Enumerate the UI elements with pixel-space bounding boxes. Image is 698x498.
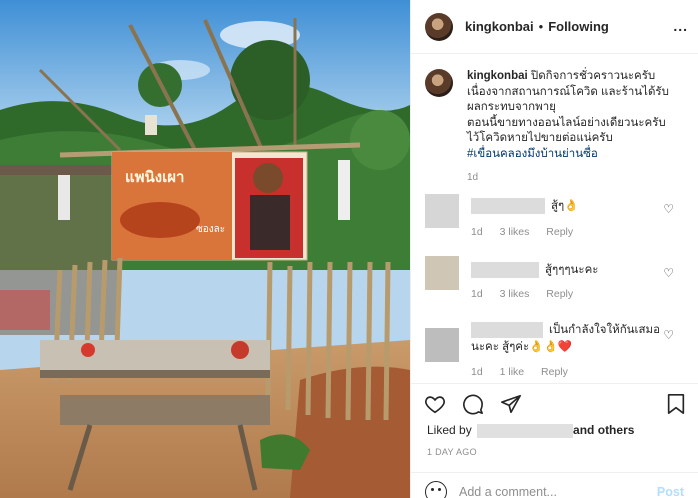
comment-likes[interactable]: 1 like bbox=[500, 366, 525, 378]
reply-button[interactable]: Reply bbox=[541, 366, 568, 378]
roadside-stall-image: แพนิงเผา ซองละ bbox=[0, 0, 410, 498]
avatar[interactable] bbox=[425, 327, 459, 362]
post-timestamp: 1 DAY AGO bbox=[427, 447, 477, 457]
emoji-icon[interactable] bbox=[425, 480, 447, 498]
caption-time: 1d bbox=[467, 172, 479, 183]
caption-line: ตอนนี้ขายทางออนไลน์อย่างเดียวนะครับ bbox=[467, 116, 666, 129]
comment-like-heart-icon[interactable]: ♡ bbox=[663, 202, 674, 216]
comment-meta: 1d 3 likes Reply bbox=[471, 288, 587, 300]
avatar[interactable] bbox=[425, 12, 453, 41]
comment-text: สู้ๆ👌 bbox=[551, 199, 579, 212]
comment-time: 1d bbox=[471, 287, 483, 300]
avatar[interactable] bbox=[425, 255, 459, 290]
following-button[interactable]: Following bbox=[548, 19, 609, 34]
comment-time: 1d bbox=[471, 225, 483, 238]
reply-button[interactable]: Reply bbox=[546, 226, 573, 238]
liked-by-prefix: Liked by bbox=[427, 423, 472, 437]
comment-text: เป็นกำลังใจให้กันเสมอ bbox=[549, 323, 660, 336]
comments-scroll[interactable]: kingkonbai ปิดกิจการชั่วคราวนะครับ เนื่อ… bbox=[411, 55, 698, 382]
post-actions bbox=[411, 383, 698, 423]
comment-item: สู้ๆ👌 ♡ 1d 3 likes Reply bbox=[425, 193, 684, 256]
comment-text: สู้ๆๆๆนะคะ bbox=[545, 263, 599, 276]
caption: kingkonbai ปิดกิจการชั่วคราวนะครับ เนื่อ… bbox=[425, 69, 684, 186]
username-redacted bbox=[471, 197, 545, 214]
post-header: kingkonbai • Following ... bbox=[411, 0, 698, 54]
share-icon[interactable] bbox=[499, 392, 523, 416]
liked-by-others[interactable]: others bbox=[598, 423, 635, 437]
liked-by: Liked by and others bbox=[427, 423, 634, 438]
caption-text: kingkonbai ปิดกิจการชั่วคราวนะครับ เนื่อ… bbox=[467, 69, 677, 186]
comment-likes[interactable]: 3 likes bbox=[500, 226, 530, 238]
comment-text: นะคะ สู้ๆค่ะ👌👌❤️ bbox=[471, 340, 573, 353]
bookmark-icon[interactable] bbox=[664, 392, 688, 416]
comment-time: 1d bbox=[471, 365, 483, 378]
username-redacted bbox=[471, 321, 543, 338]
post-panel: kingkonbai • Following ... kingkonbai ปิ… bbox=[410, 0, 698, 498]
comment-like-heart-icon[interactable]: ♡ bbox=[663, 328, 674, 342]
more-icon[interactable]: ... bbox=[673, 18, 688, 34]
header-username[interactable]: kingkonbai bbox=[465, 19, 534, 34]
avatar[interactable] bbox=[425, 193, 459, 228]
stall-banner: แพนิงเผา ซองละ bbox=[111, 151, 308, 261]
comment-item: เป็นกำลังใจให้กันเสมอ นะคะ สู้ๆค่ะ👌👌❤️ ♡… bbox=[425, 318, 684, 383]
post-button[interactable]: Post bbox=[657, 485, 684, 498]
caption-line: ผลกระทบจากพายุ bbox=[467, 101, 556, 113]
comment-meta: 1d 1 like Reply bbox=[471, 366, 582, 378]
username-redacted bbox=[471, 261, 539, 278]
liked-by-and: and bbox=[573, 423, 595, 437]
reply-button[interactable]: Reply bbox=[546, 288, 573, 300]
caption-avatar[interactable] bbox=[425, 69, 453, 97]
comment-like-heart-icon[interactable]: ♡ bbox=[663, 266, 674, 280]
comment-meta: 1d 3 likes Reply bbox=[471, 226, 587, 238]
comment-likes[interactable]: 3 likes bbox=[500, 288, 530, 300]
post-photo[interactable]: แพนิงเผา ซองละ bbox=[0, 0, 410, 498]
caption-line: ไว้โควิดหายไปขายต่อแน่ครับ bbox=[467, 132, 613, 144]
caption-line: ปิดกิจการชั่วคราวนะครับ bbox=[530, 70, 656, 82]
header-separator: • bbox=[538, 19, 544, 34]
banner-title: แพนิงเผา bbox=[125, 168, 184, 186]
caption-username[interactable]: kingkonbai bbox=[467, 70, 528, 82]
liked-by-user-redacted[interactable] bbox=[477, 423, 574, 438]
banner-subtext: ซองละ bbox=[196, 224, 225, 235]
comment-icon[interactable] bbox=[461, 392, 485, 416]
heart-icon[interactable] bbox=[423, 392, 447, 416]
comment-input[interactable] bbox=[459, 484, 639, 498]
comment-item: สู้ๆๆๆนะคะ ♡ 1d 3 likes Reply bbox=[425, 255, 684, 318]
caption-line: เนื่องจากสถานการณ์โควิด และร้านได้รับ bbox=[467, 85, 669, 98]
add-comment-bar: Post bbox=[411, 472, 698, 498]
hashtag-link[interactable]: #เขื่อนคลองมึงบ้านย่านซื่อ bbox=[467, 148, 598, 160]
